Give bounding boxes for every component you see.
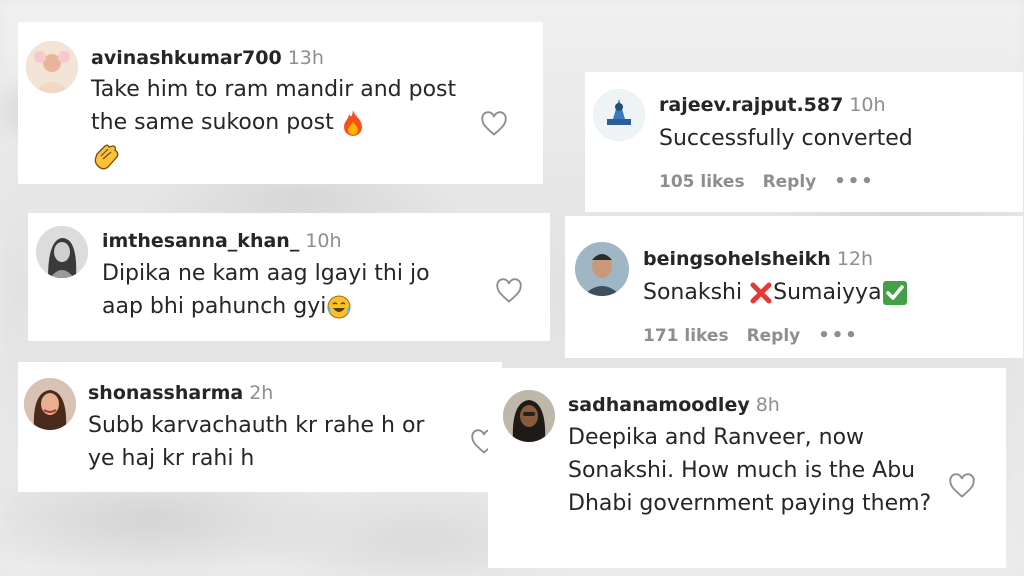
comment-body: Take him to ram mandir and post the same… (91, 77, 457, 135)
heart-icon[interactable] (480, 110, 508, 138)
comment-body: Subb karvachauth kr rahe h or ye haj kr … (88, 413, 425, 471)
tears-of-joy-emoji (327, 295, 351, 319)
timestamp: 12h (836, 248, 874, 270)
username-row: beingsohelsheikh 12h (643, 248, 873, 270)
comment-card-shonassharma: shonassharma 2h Subb karvachauth kr rahe … (18, 362, 502, 492)
avatar[interactable] (36, 226, 88, 278)
username-row: rajeev.rajput.587 10h (659, 94, 886, 116)
avatar[interactable] (593, 89, 645, 141)
comment-card-sadhanamoodley: sadhanamoodley 8h Deepika and Ranveer, no… (488, 368, 1006, 568)
heart-icon[interactable] (495, 277, 523, 305)
comment-card-rajeev: rajeev.rajput.587 10h Successfully conver… (585, 72, 1023, 212)
likes-count[interactable]: 105 likes (659, 172, 745, 192)
clapping-hands-emoji (94, 144, 119, 170)
comment-text: Sonakshi Sumaiyya (643, 276, 908, 309)
comment-actions: 171 likes Reply ••• (643, 325, 877, 346)
likes-count[interactable]: 171 likes (643, 326, 729, 346)
comment-text: Subb karvachauth kr rahe h or ye haj kr … (88, 409, 448, 475)
more-options-icon[interactable]: ••• (818, 325, 859, 346)
comment-body: Successfully converted (659, 126, 913, 151)
username[interactable]: beingsohelsheikh (643, 248, 831, 270)
comment-text: Deepika and Ranveer, now Sonakshi. How m… (568, 421, 938, 520)
comment-card-beingsohelsheikh: beingsohelsheikh 12h Sonakshi Sumaiyya 17… (565, 216, 1023, 358)
timestamp: 10h (305, 230, 342, 252)
username-row: avinashkumar700 13h (91, 47, 324, 69)
reply-button[interactable]: Reply (747, 326, 801, 346)
check-mark-emoji (882, 281, 907, 305)
username-row: imthesanna_khan_ 10h (102, 230, 342, 252)
avatar[interactable] (24, 378, 76, 430)
username[interactable]: sadhanamoodley (568, 394, 750, 416)
avatar[interactable] (575, 242, 629, 296)
comment-text: Successfully converted (659, 122, 913, 155)
timestamp: 8h (755, 394, 780, 416)
username[interactable]: avinashkumar700 (91, 47, 282, 69)
username-row: sadhanamoodley 8h (568, 394, 780, 416)
heart-icon[interactable] (948, 472, 976, 500)
comment-text: Take him to ram mandir and post the same… (91, 73, 476, 172)
avatar[interactable] (503, 390, 555, 442)
username[interactable]: imthesanna_khan_ (102, 230, 299, 252)
reply-button[interactable]: Reply (763, 172, 817, 192)
username-row: shonassharma 2h (88, 382, 273, 404)
username[interactable]: shonassharma (88, 382, 243, 404)
more-options-icon[interactable]: ••• (834, 171, 875, 192)
timestamp: 10h (849, 94, 886, 116)
fire-emoji (343, 110, 362, 136)
comment-body-part1: Sonakshi (643, 280, 743, 305)
timestamp: 2h (249, 382, 274, 404)
timestamp: 13h (287, 47, 324, 69)
comment-card-avinashkumar700: avinashkumar700 13h Take him to ram mandi… (18, 22, 543, 184)
comment-body: Dipika ne kam aag lgayi thi jo aap bhi p… (102, 261, 430, 319)
comment-body-part2: Sumaiyya (773, 280, 882, 305)
comment-text: Dipika ne kam aag lgayi thi jo aap bhi p… (102, 257, 472, 323)
cross-mark-emoji (750, 282, 772, 304)
username[interactable]: rajeev.rajput.587 (659, 94, 843, 116)
comment-body: Deepika and Ranveer, now Sonakshi. How m… (568, 425, 932, 516)
comment-actions: 105 likes Reply ••• (659, 171, 893, 192)
comment-card-imthesanna: imthesanna_khan_ 10h Dipika ne kam aag lg… (28, 213, 550, 341)
avatar[interactable] (26, 41, 78, 93)
